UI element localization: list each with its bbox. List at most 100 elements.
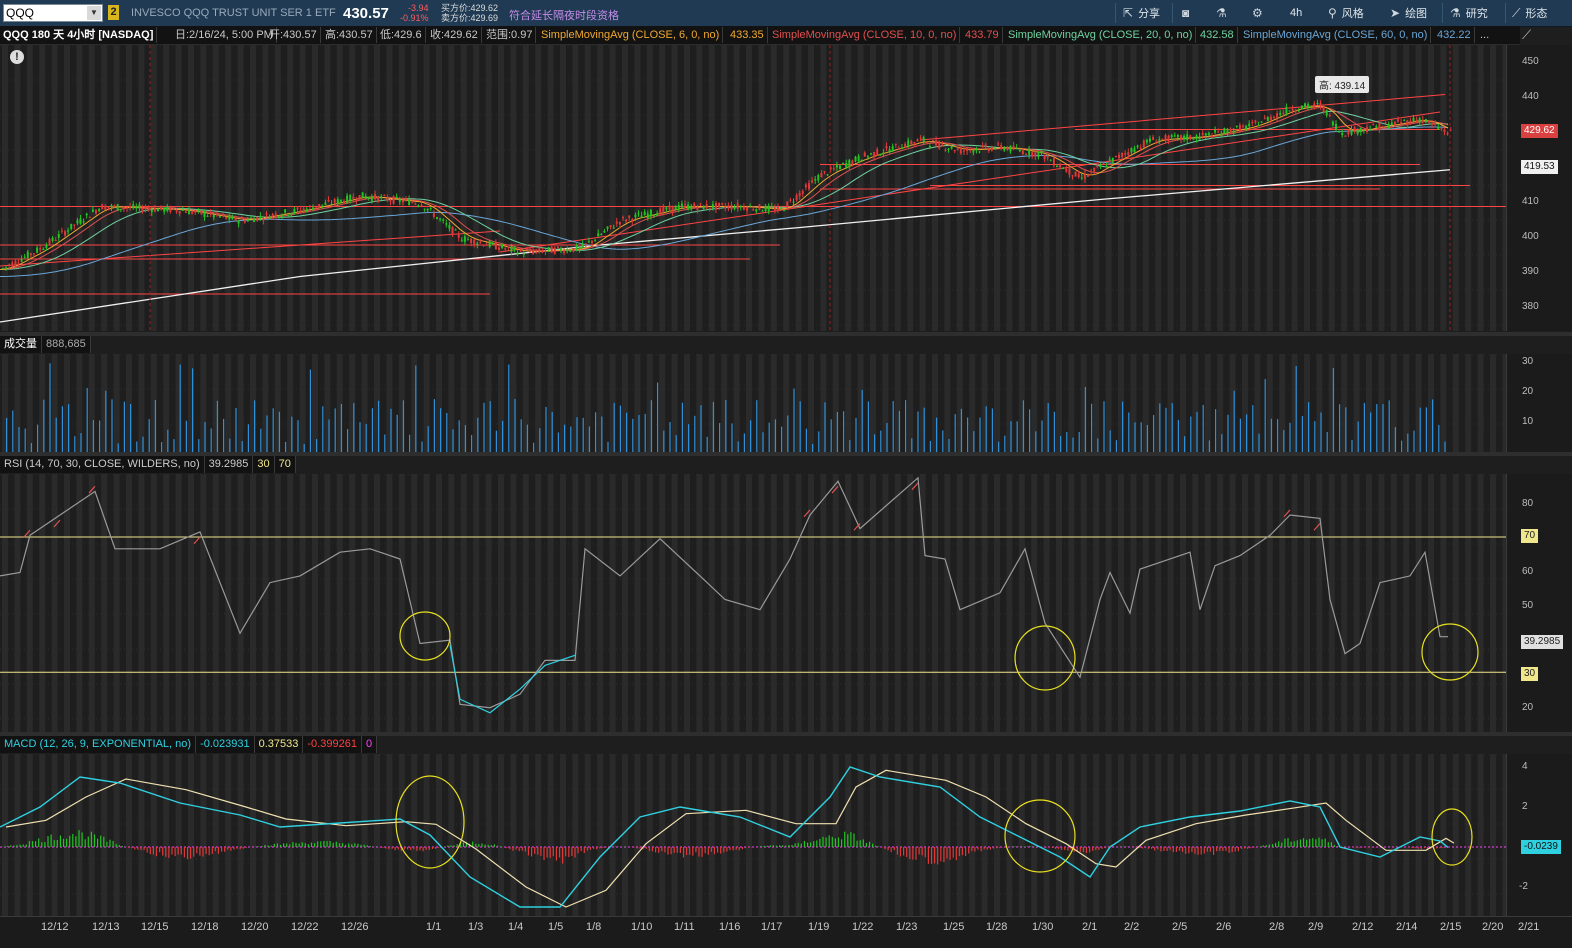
macd-histogram-bar	[128, 847, 129, 848]
candle-body	[963, 151, 965, 152]
sma10-label[interactable]: SimpleMovingAvg (CLOSE, 10, 0, no)	[769, 27, 960, 43]
candle-body	[1087, 175, 1089, 177]
flask-button[interactable]: ⚗	[1216, 0, 1232, 26]
aggregation-button[interactable]: 4h	[1290, 0, 1302, 26]
volume-title: 成交量	[0, 336, 42, 353]
session-shade	[138, 754, 144, 916]
session-shade	[300, 45, 306, 331]
session-shade	[1465, 754, 1471, 916]
macd-histogram-bar	[537, 847, 538, 855]
candle-body	[814, 179, 816, 180]
volume-chart[interactable]	[0, 354, 1506, 452]
macd-histogram-bar	[1291, 842, 1292, 847]
candle-body	[802, 191, 804, 194]
volume-bar	[1283, 430, 1284, 452]
volume-bar	[1246, 414, 1247, 452]
panel-divider[interactable]	[0, 332, 1572, 336]
candle-body	[39, 248, 41, 250]
symbol-selector[interactable]: ▼	[3, 4, 103, 22]
session-shade	[1180, 45, 1186, 331]
volume-bar	[490, 401, 491, 452]
share-button[interactable]: ⇱分享	[1123, 0, 1160, 26]
snapshot-button[interactable]: ◙	[1182, 0, 1194, 26]
session-shade	[1155, 45, 1161, 331]
session-shade	[684, 45, 690, 331]
volume-bar	[961, 409, 962, 452]
session-shade	[2, 45, 8, 331]
info-icon[interactable]: !	[10, 50, 24, 64]
candle-body	[882, 153, 884, 154]
volume-bar	[74, 436, 75, 452]
session-shade	[1056, 45, 1062, 331]
candle-body	[225, 217, 227, 219]
candle-body	[383, 195, 385, 196]
session-shade	[1292, 754, 1298, 916]
volume-bar	[682, 403, 683, 452]
candle-body	[331, 204, 333, 205]
link-group-badge[interactable]: 2	[108, 5, 119, 20]
macd-histogram-bar	[581, 847, 582, 851]
studies-button[interactable]: ⚗研究	[1450, 0, 1488, 26]
macd-histogram-bar	[717, 847, 718, 852]
volume-bar	[620, 406, 621, 452]
macd-chart[interactable]	[0, 754, 1506, 916]
candle-body	[1416, 120, 1418, 123]
session-shade	[312, 754, 318, 916]
settings-button[interactable]: ⚙	[1252, 0, 1268, 26]
candle-body	[672, 206, 674, 212]
chevron-down-icon[interactable]: ▼	[87, 6, 101, 20]
candle-body	[1248, 124, 1250, 127]
macd-histogram-bar	[981, 847, 982, 851]
y-tick: 60	[1522, 566, 1533, 577]
drawings-button[interactable]: ➤绘图	[1390, 0, 1427, 26]
range-value: 范围:0.97	[483, 27, 536, 43]
macd-histogram-bar	[165, 847, 166, 857]
session-shade	[1440, 354, 1446, 452]
candle-body	[1103, 163, 1105, 164]
session-shade	[572, 474, 578, 732]
macd-histogram-bar	[813, 841, 814, 847]
candle-body	[1034, 152, 1036, 156]
candle-body	[1121, 153, 1123, 157]
session-shade	[312, 45, 318, 331]
candle-body	[135, 206, 137, 208]
candle-body	[1267, 117, 1269, 121]
candle-body	[49, 239, 51, 244]
candle-body	[1298, 110, 1300, 111]
candle-body	[1065, 168, 1067, 171]
time-axis[interactable]: 12/1212/1312/1512/1812/2012/2212/261/11/…	[0, 916, 1572, 948]
macd-histogram-bar	[1027, 846, 1028, 847]
candle-body	[886, 146, 888, 148]
candle-body	[430, 208, 432, 209]
candle-body	[169, 207, 171, 212]
macd-histogram-bar	[243, 847, 244, 849]
macd-histogram-bar	[984, 847, 985, 849]
candle-body	[452, 227, 454, 234]
extended-hours-notice[interactable]: 符合延长隔夜时段资格	[509, 7, 619, 23]
session-shade	[1044, 474, 1050, 732]
session-shade	[374, 474, 380, 732]
more-studies[interactable]: ...	[1477, 27, 1492, 43]
volume-bar	[409, 435, 410, 452]
sma60-label[interactable]: SimpleMovingAvg (CLOSE, 60, 0, no)	[1240, 27, 1431, 43]
macd-histogram-bar	[69, 836, 70, 847]
patterns-button[interactable]: ⟋形态	[1512, 0, 1547, 26]
candle-body	[129, 207, 131, 208]
volume-bar	[607, 442, 608, 452]
draw-tool-icon[interactable]: ⟋	[1522, 27, 1531, 43]
candle-body	[805, 185, 807, 188]
rsi-chart[interactable]	[0, 474, 1506, 732]
volume-bar	[583, 418, 584, 452]
sma20-label[interactable]: SimpleMovingAvg (CLOSE, 20, 0, no)	[1005, 27, 1196, 43]
candle-body	[712, 204, 714, 208]
sma6-label[interactable]: SimpleMovingAvg (CLOSE, 6, 0, no)	[538, 27, 723, 43]
volume-bar	[1172, 403, 1173, 452]
volume-bar	[31, 443, 32, 452]
style-button[interactable]: ⚲风格	[1328, 0, 1364, 26]
session-shade	[1428, 474, 1434, 732]
symbol-input[interactable]	[6, 6, 84, 20]
session-shade	[771, 754, 777, 916]
session-shade	[634, 754, 640, 916]
candle-body	[845, 163, 847, 167]
price-chart[interactable]	[0, 45, 1506, 331]
